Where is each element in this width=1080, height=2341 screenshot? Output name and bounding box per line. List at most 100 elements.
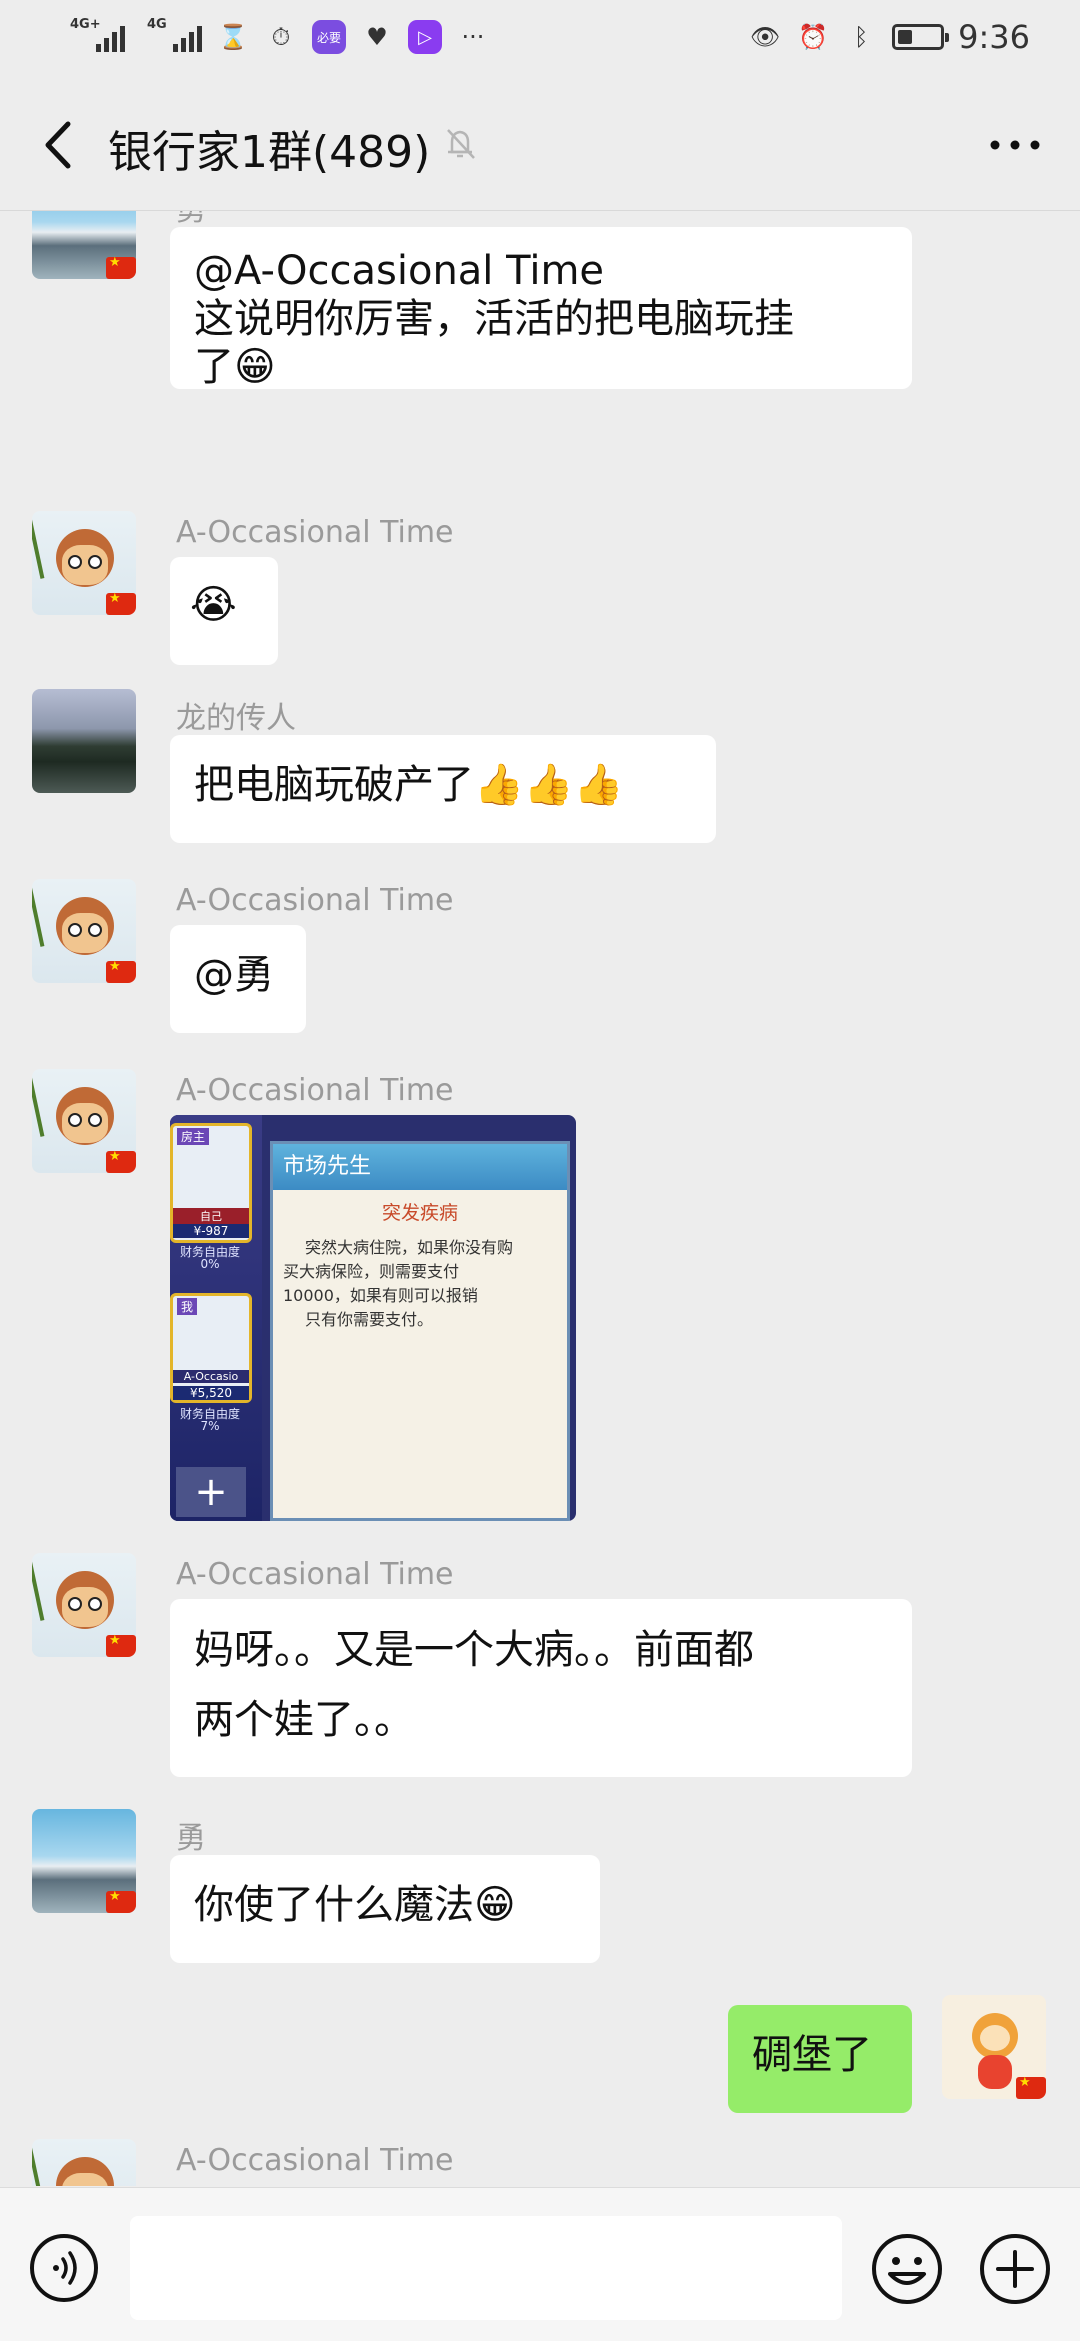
avatar[interactable] xyxy=(32,1553,136,1657)
more-icon[interactable] xyxy=(980,120,1050,170)
event-text: 只有你需要支付。 xyxy=(305,1310,434,1329)
player-card: 我 A-Occasio ¥5,520 xyxy=(170,1293,252,1403)
event-panel-title: 市场先生 xyxy=(273,1144,567,1190)
event-text: 买大病保险，则需要支付 xyxy=(283,1262,460,1281)
avatar-body xyxy=(978,2055,1012,2089)
message-bubble[interactable]: 妈呀。。又是一个大病。。前面都 两个娃了。。 xyxy=(170,1599,912,1777)
app-badge-icon: 必要 xyxy=(312,20,346,54)
player-stat-value: 7% xyxy=(200,1419,220,1433)
timer-icon: ⏱ xyxy=(271,23,291,51)
clock: 9:36 xyxy=(958,18,1030,56)
sender-name: A-Occasional Time xyxy=(176,515,454,550)
message-item: 龙的传人 把电脑玩破产了👍👍👍 xyxy=(0,689,1080,843)
player-stat-value: 0% xyxy=(200,1257,220,1271)
message-item: A-Occasional Time 房主 自己 ¥-987 财务自由度 0% 我… xyxy=(0,1069,1080,1539)
group-title: 银行家1群(489) xyxy=(108,127,431,178)
message-text-line: 两个娃了。。 xyxy=(194,1697,414,1743)
flag-icon xyxy=(1016,2075,1046,2099)
message-item: A-Occasional Time 妈呀。。又是一个大病。。前面都 两个娃了。。 xyxy=(0,1553,1080,1777)
plus-icon[interactable] xyxy=(978,2232,1052,2306)
emoji-icon[interactable] xyxy=(870,2232,944,2306)
flag-icon xyxy=(106,591,136,615)
message-input[interactable] xyxy=(130,2216,842,2320)
sender-name: 勇 xyxy=(176,1821,206,1856)
alarm-icon: ⏰ xyxy=(798,23,829,51)
voice-icon[interactable] xyxy=(28,2232,100,2304)
message-bubble[interactable]: 把电脑玩破产了👍👍👍 xyxy=(170,735,716,843)
input-bar xyxy=(0,2187,1080,2341)
flag-icon xyxy=(106,959,136,983)
player-tag: 房主 xyxy=(177,1128,210,1145)
battery-fill xyxy=(898,30,913,44)
message-bubble-self[interactable]: 碉堡了 xyxy=(728,2005,912,2113)
eye-icon: 👁 xyxy=(749,23,781,51)
status-bar-right: 👁 ⏰ ᛒ 9:36 xyxy=(748,18,1030,56)
message-text: 把电脑玩破产了 xyxy=(194,762,474,808)
message-item: 勇 @A-Occasional Time 这说明你厉害，活活的把电脑玩挂 了😁 xyxy=(0,211,1080,471)
signal-icon-2: 4G xyxy=(147,18,202,52)
thumbs-up-emoji: 👍👍👍 xyxy=(474,762,624,808)
message-item: A-Occasional Time xyxy=(0,2139,1080,2186)
player-card: 房主 自己 ¥-987 xyxy=(170,1123,252,1243)
hourglass-icon: ⌛ xyxy=(218,23,248,51)
game-plus-button: + xyxy=(176,1467,246,1517)
avatar-face xyxy=(980,2025,1010,2051)
event-panel: 市场先生 突发疾病 突然大病住院，如果你没有购 买大病保险，则需要支付 1000… xyxy=(270,1141,570,1521)
avatar-eye xyxy=(88,1597,102,1611)
mute-bell-icon xyxy=(447,129,475,159)
more-notifications-icon: ··· xyxy=(456,20,490,54)
sender-name: A-Occasional Time xyxy=(176,2143,454,2178)
avatar[interactable] xyxy=(32,1069,136,1173)
message-item: A-Occasional Time @勇 xyxy=(0,879,1080,1033)
message-item-self: 碉堡了 xyxy=(0,1995,1080,2115)
avatar[interactable] xyxy=(32,2139,136,2186)
player-name: A-Occasio xyxy=(173,1370,249,1383)
avatar-eye xyxy=(68,923,82,937)
avatar-eye xyxy=(68,1113,82,1127)
message-text-line: 了😁 xyxy=(194,343,276,391)
avatar[interactable] xyxy=(32,1809,136,1913)
bluetooth-icon: ᛒ xyxy=(853,23,869,51)
video-app-icon: ▷ xyxy=(408,20,442,54)
sender-name: A-Occasional Time xyxy=(176,883,454,918)
my-avatar[interactable] xyxy=(942,1995,1046,2099)
avatar[interactable] xyxy=(32,879,136,983)
more-notifications-label: ··· xyxy=(461,23,485,51)
message-text-line: @A-Occasional Time xyxy=(194,248,605,294)
flag-icon xyxy=(106,1149,136,1173)
message-bubble[interactable]: @勇 xyxy=(170,925,306,1033)
avatar[interactable] xyxy=(32,511,136,615)
grinning-emoji: 😁 xyxy=(474,1882,516,1928)
avatar-eye xyxy=(88,555,102,569)
battery-icon xyxy=(892,24,950,50)
message-bubble[interactable]: 你使了什么魔法😁 xyxy=(170,1855,600,1963)
chat-header: 银行家1群(489) xyxy=(0,80,1080,211)
avatar-eye xyxy=(68,1597,82,1611)
player-money: ¥-987 xyxy=(173,1224,249,1238)
avatar-eye xyxy=(68,555,82,569)
crying-emoji: 😭 xyxy=(190,582,237,628)
avatar[interactable] xyxy=(32,211,136,279)
message-text: 碉堡了 xyxy=(752,2032,872,2078)
message-bubble[interactable]: @A-Occasional Time 这说明你厉害，活活的把电脑玩挂 了😁 xyxy=(170,227,912,391)
sender-name: A-Occasional Time xyxy=(176,1073,454,1108)
image-message[interactable]: 房主 自己 ¥-987 财务自由度 0% 我 A-Occasio ¥5,520 … xyxy=(170,1115,576,1521)
chat-area[interactable]: 勇 @A-Occasional Time 这说明你厉害，活活的把电脑玩挂 了😁 … xyxy=(0,211,1080,2186)
message-text: 了 xyxy=(194,344,234,390)
player-money: ¥5,520 xyxy=(173,1386,249,1400)
flag-icon xyxy=(106,255,136,279)
player-name: 自己 xyxy=(173,1208,249,1224)
status-bar-left: 4G+ 4G ⌛ ⏱ 必要 ♥ ▷ ··· xyxy=(70,18,490,54)
signal-label-2: 4G xyxy=(147,17,167,32)
message-bubble[interactable]: 😭 xyxy=(170,557,278,665)
signal-icon-1: 4G+ xyxy=(70,18,125,52)
message-text: 你使了什么魔法 xyxy=(194,1882,474,1928)
avatar-eye xyxy=(88,923,102,937)
status-bar: 4G+ 4G ⌛ ⏱ 必要 ♥ ▷ ··· 👁 ⏰ ᛒ 9:36 xyxy=(0,0,1080,80)
back-arrow-icon[interactable] xyxy=(30,110,90,180)
avatar-eye xyxy=(88,1113,102,1127)
event-text: 突然大病住院，如果你没有购 xyxy=(305,1238,514,1257)
flag-icon xyxy=(106,1889,136,1913)
message-text: @勇 xyxy=(194,952,274,998)
avatar[interactable] xyxy=(32,689,136,793)
